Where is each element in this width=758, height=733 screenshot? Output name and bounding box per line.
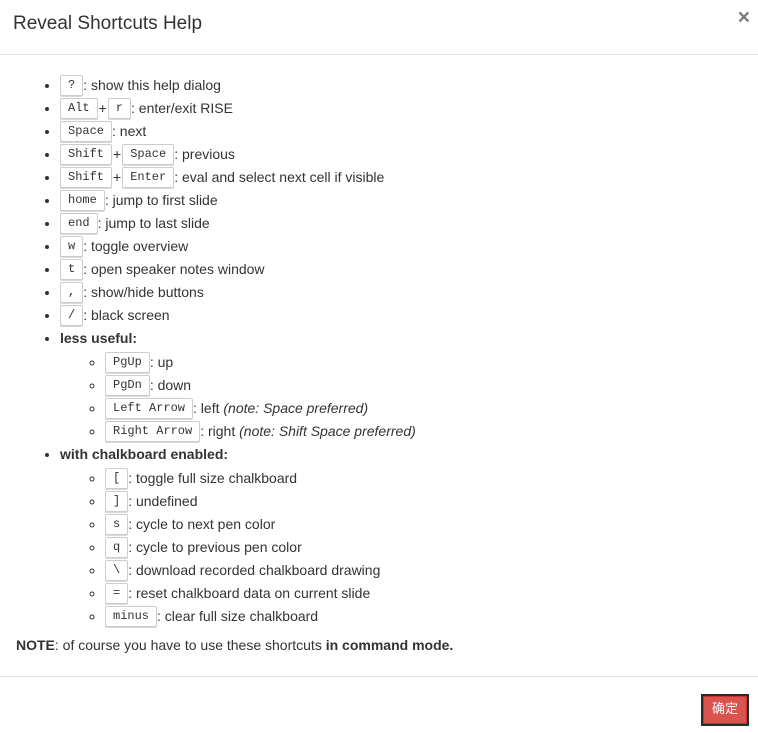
key-cap: r [107, 97, 131, 119]
shortcut-item: \: download recorded chalkboard drawing [105, 559, 758, 582]
shortcut-description: : up [149, 354, 174, 370]
close-icon[interactable]: × [738, 6, 750, 30]
shortcut-item: Alt+r: enter/exit RISE [60, 97, 758, 120]
shortcut-item: s: cycle to next pen color [105, 513, 758, 536]
shortcut-item: q: cycle to previous pen color [105, 536, 758, 559]
shortcut-description: : jump to last slide [97, 215, 210, 231]
shortcut-description: : previous [174, 146, 235, 162]
shortcut-item: t: open speaker notes window [60, 258, 758, 281]
dialog-body: ?: show this help dialogAlt+r: enter/exi… [0, 74, 758, 628]
shortcut-description: : black screen [83, 307, 170, 323]
group-label: with chalkboard enabled: [60, 446, 229, 462]
shortcuts-help-dialog: Reveal Shortcuts Help × ?: show this hel… [0, 0, 758, 733]
shortcut-description: : down [149, 377, 192, 393]
dialog-header: Reveal Shortcuts Help × [0, 0, 758, 55]
shortcut-description: : clear full size chalkboard [157, 608, 319, 624]
key-cap: minus [105, 605, 158, 627]
shortcut-description: : cycle to next pen color [128, 516, 276, 532]
key-cap: Space [60, 120, 113, 142]
key-cap: Right Arrow [105, 420, 201, 442]
note-emphasis: in command mode. [325, 637, 454, 653]
shortcut-description: : toggle full size chalkboard [128, 470, 298, 486]
shortcut-item: w: toggle overview [60, 235, 758, 258]
key-cap: \ [105, 559, 129, 581]
key-cap: Enter [122, 166, 175, 188]
shortcut-item: end: jump to last slide [60, 212, 758, 235]
shortcut-item: Left Arrow: left (note: Space preferred) [105, 397, 758, 420]
dialog-title: Reveal Shortcuts Help [13, 13, 203, 34]
shortcut-item: Shift+Enter: eval and select next cell i… [60, 166, 758, 189]
shortcut-description: : open speaker notes window [83, 261, 265, 277]
sub-shortcut-list: PgUp: upPgDn: downLeft Arrow: left (note… [60, 351, 758, 443]
key-cap: s [105, 513, 129, 535]
command-mode-note: NOTE: of course you have to use these sh… [16, 637, 453, 653]
shortcut-description: : undefined [128, 493, 198, 509]
key-cap: = [105, 582, 129, 604]
key-cap: w [60, 235, 84, 257]
shortcut-note: (note: Space preferred) [223, 400, 369, 416]
key-cap: ? [60, 74, 84, 96]
plus-separator: + [113, 146, 122, 162]
plus-separator: + [113, 169, 122, 185]
shortcut-item: ,: show/hide buttons [60, 281, 758, 304]
shortcut-item: =: reset chalkboard data on current slid… [105, 582, 758, 605]
chalkboard-group: with chalkboard enabled: [: toggle full s… [60, 443, 758, 628]
shortcut-description: : toggle overview [83, 238, 189, 254]
shortcut-description: : reset chalkboard data on current slide [128, 585, 371, 601]
dialog-footer [0, 676, 758, 733]
shortcut-item: minus: clear full size chalkboard [105, 605, 758, 628]
shortcut-description: : cycle to previous pen color [128, 539, 302, 555]
shortcut-description: : next [112, 123, 147, 139]
shortcut-item: Space: next [60, 120, 758, 143]
key-cap: PgUp [105, 351, 150, 373]
shortcut-item: Shift+Space: previous [60, 143, 758, 166]
shortcut-description: : left [193, 400, 224, 416]
shortcut-item: PgUp: up [105, 351, 758, 374]
key-cap: Shift [60, 166, 113, 188]
ok-button[interactable]: 确定 [701, 694, 749, 726]
key-cap: Space [122, 143, 175, 165]
sub-shortcut-list: [: toggle full size chalkboard]: undefin… [60, 467, 758, 628]
shortcut-item: ]: undefined [105, 490, 758, 513]
key-cap: Left Arrow [105, 397, 194, 419]
key-cap: PgDn [105, 374, 150, 396]
key-cap: , [60, 281, 84, 303]
shortcut-description: : show/hide buttons [83, 284, 204, 300]
note-text: : of course you have to use these shortc… [54, 637, 326, 653]
shortcut-item: /: black screen [60, 304, 758, 327]
shortcut-description: : right [200, 423, 240, 439]
shortcut-description: : show this help dialog [83, 77, 221, 93]
shortcut-list: ?: show this help dialogAlt+r: enter/exi… [0, 74, 758, 628]
key-cap: Alt [60, 97, 98, 119]
key-cap: / [60, 304, 84, 326]
key-cap: end [60, 212, 98, 234]
key-cap: q [105, 536, 129, 558]
key-cap: Shift [60, 143, 113, 165]
shortcut-item: [: toggle full size chalkboard [105, 467, 758, 490]
shortcut-description: : jump to first slide [104, 192, 218, 208]
shortcut-item: ?: show this help dialog [60, 74, 758, 97]
group-label: less useful: [60, 330, 138, 346]
plus-separator: + [98, 100, 107, 116]
key-cap: [ [105, 467, 129, 489]
shortcut-item: home: jump to first slide [60, 189, 758, 212]
shortcut-note: (note: Shift Space preferred) [239, 423, 416, 439]
note-label: NOTE [16, 637, 55, 653]
shortcut-description: : enter/exit RISE [131, 100, 233, 116]
shortcut-item: Right Arrow: right (note: Shift Space pr… [105, 420, 758, 443]
key-cap: ] [105, 490, 129, 512]
shortcut-item: PgDn: down [105, 374, 758, 397]
key-cap: t [60, 258, 84, 280]
key-cap: home [60, 189, 105, 211]
less-useful-group: less useful:PgUp: upPgDn: downLeft Arrow… [60, 327, 758, 443]
shortcut-description: : download recorded chalkboard drawing [128, 562, 381, 578]
shortcut-description: : eval and select next cell if visible [174, 169, 385, 185]
